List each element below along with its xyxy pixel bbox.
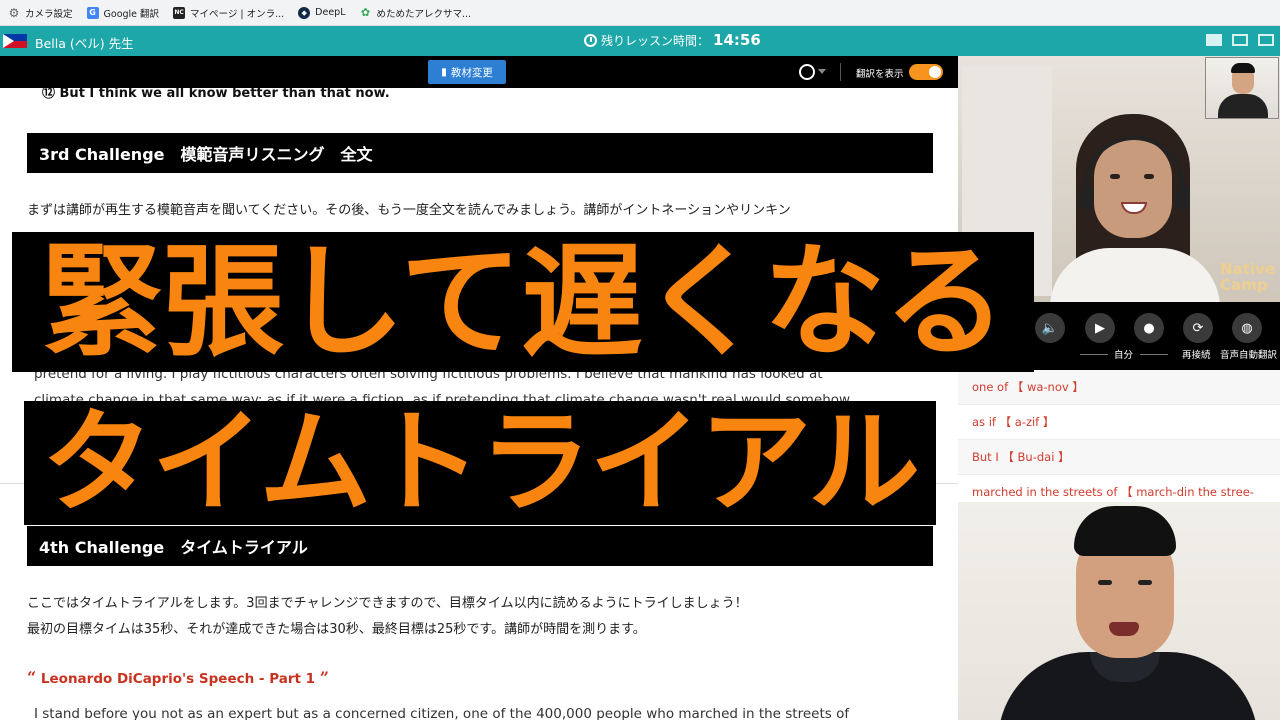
section-3-instructions: まずは講師が再生する模範音声を聞いてください。その後、もう一度全文を読んでみまし… [27,203,791,218]
bookmark-label: マイページ | オンラ... [190,8,285,20]
session-header: Bella (ベル) 先生 残りレッスン時間： 14:56 [0,26,1280,56]
teacher-name: Bella (ベル) 先生 [35,36,134,51]
chevron-down-icon[interactable] [818,69,826,74]
list-item[interactable]: as if 【 a-zif 】 [958,405,1280,440]
mic-icon: ● [1143,320,1155,336]
lesson-screen: ⚙ カメラ設定 G Google 翻訳 NC マイページ | オンラ... ◆ … [0,0,1280,720]
brand-watermark: Native Camp [1220,260,1275,294]
layout-split-icon[interactable] [1232,34,1248,46]
bookmark-label: Google 翻訳 [103,8,160,20]
list-item[interactable]: But I 【 Bu-dai 】 [958,440,1280,475]
timer-value: 14:56 [713,31,761,49]
deepl-icon: ◆ [298,6,311,19]
open-quote: “ [27,668,37,687]
mic-label: 自分 [1114,350,1134,361]
section-4-instructions-1: ここではタイムトライアルをします。3回までチャレンジできますので、目標タイム以内… [27,596,748,611]
list-item[interactable]: marched in the streets of 【 march-din th… [958,475,1280,502]
philippines-flag-icon [3,34,27,48]
clock-icon [584,33,597,47]
caption-line-1: 緊張して遅くなる [12,232,1034,372]
material-toolbar: ▮ 教材変更 翻訳を表示 [0,56,958,88]
change-material-button[interactable]: ▮ 教材変更 [428,60,506,84]
student-video [958,502,1280,720]
self-preview-video[interactable] [1205,57,1279,119]
bookmark-mypage[interactable]: NC マイページ | オンラ... [173,6,284,20]
section-4-title: 4th Challenge タイムトライアル [27,526,933,566]
list-item[interactable]: one of 【 wa-nov 】 [958,370,1280,405]
bookmarks-bar: ⚙ カメラ設定 G Google 翻訳 NC マイページ | オンラ... ◆ … [0,0,1280,26]
layout-single-icon[interactable] [1206,34,1222,46]
reconnect-label: 再接続 [1182,350,1211,361]
layout-sidebar-icon[interactable] [1258,34,1274,46]
bookmark-camera-settings[interactable]: ⚙ カメラ設定 [8,6,73,20]
translation-label: 翻訳を表示 [856,69,904,80]
close-quote: ” [319,668,329,687]
change-material-label: 教材変更 [450,66,493,79]
nc-icon: NC [173,6,186,19]
bookmark-label: めためたアレクサマ... [376,8,472,20]
auto-translate-label: 音声自動翻訳 [1220,350,1278,361]
speaker-button[interactable]: 🔈 [1035,313,1065,343]
book-icon: ▮ [441,66,447,78]
speaker-icon: 🔈 [1041,320,1059,336]
google-translate-icon: G [86,6,99,19]
speech-title: “ Leonardo DiCaprio's Speech - Part 1 ” [27,668,329,687]
globe-icon: ◍ [1241,320,1253,336]
camera-icon: ▶ [1095,320,1105,336]
section-3-title: 3rd Challenge 模範音声リスニング 全文 [27,133,933,173]
bookmark-label: カメラ設定 [25,8,73,20]
timer-label: 残りレッスン時間： [601,33,710,48]
translation-toggle[interactable] [909,64,943,80]
bookmark-metameta[interactable]: ✿ めためたアレクサマ... [360,6,472,20]
layout-switcher [1206,34,1274,46]
toolbar-divider [840,63,841,81]
material-panel: ⑫ But I think we all know better than th… [0,56,958,720]
leaf-icon: ✿ [360,6,371,19]
bookmark-deepl[interactable]: ◆ DeepL [298,6,346,19]
bookmark-google-translate[interactable]: G Google 翻訳 [86,6,160,20]
auto-translate-button[interactable]: ◍ [1232,313,1262,343]
globe-icon[interactable] [799,64,815,80]
speech-text-line: I stand before you not as an expert but … [34,706,850,720]
camera-button[interactable]: ▶ [1085,313,1115,343]
mic-button[interactable]: ● [1134,313,1164,343]
section-4-instructions-2: 最初の目標タイムは35秒、それが達成できた場合は30秒、最終目標は25秒です。講… [27,622,646,637]
reconnect-button[interactable]: ⟳ [1183,313,1213,343]
lesson-timer: 残りレッスン時間： 14:56 [584,31,761,49]
gear-icon: ⚙ [8,5,20,20]
speech-title-text: Leonardo DiCaprio's Speech - Part 1 [40,671,316,687]
pronunciation-list: one of 【 wa-nov 】 as if 【 a-zif 】 But I … [958,370,1280,502]
reconnect-icon: ⟳ [1192,320,1204,336]
caption-line-2: タイムトライアル [24,401,936,525]
bookmark-label: DeepL [315,7,346,18]
